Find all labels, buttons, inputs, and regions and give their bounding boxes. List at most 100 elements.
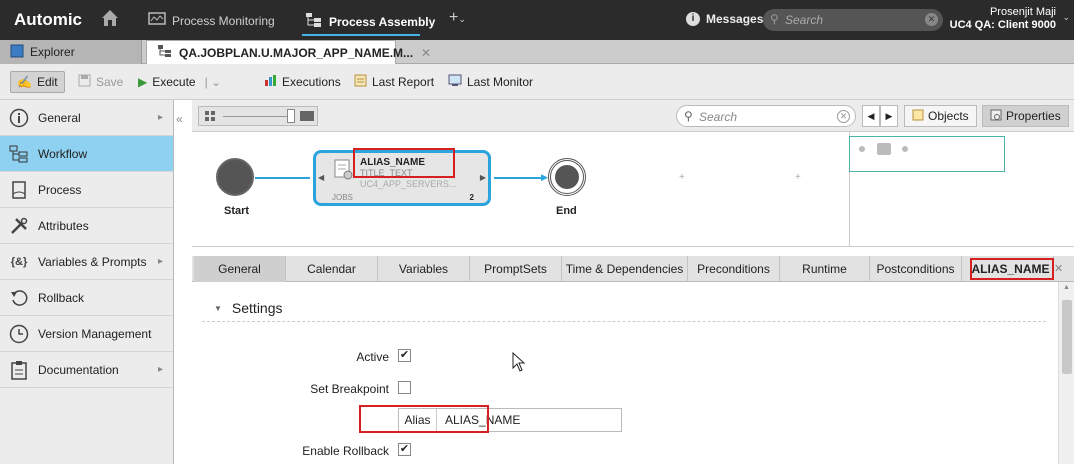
sidebar-item-label: Process bbox=[38, 182, 82, 197]
user-menu[interactable]: Prosenjit Maji UC4 QA: Client 9000 bbox=[950, 6, 1056, 32]
last-monitor-label: Last Monitor bbox=[467, 75, 534, 89]
scrollbar-thumb[interactable] bbox=[1062, 300, 1072, 374]
edit-label: Edit bbox=[36, 75, 58, 89]
active-nav-underline bbox=[302, 34, 420, 36]
end-label: End bbox=[556, 205, 577, 217]
sidebar-item-attributes[interactable]: Attributes bbox=[0, 208, 173, 244]
info-icon: i bbox=[686, 12, 700, 26]
previous-button[interactable]: ◀ bbox=[862, 105, 880, 127]
rollback-label: Enable Rollback bbox=[302, 444, 389, 458]
workflow-toolbar: ⚲ Search ✕ ◀ ▶ Objects Properties bbox=[192, 100, 1074, 132]
automic-logo[interactable]: Automic bbox=[14, 10, 82, 30]
sidebar-item-workflow[interactable]: Workflow bbox=[0, 136, 173, 172]
active-checkbox[interactable]: ✔ bbox=[398, 349, 411, 362]
edit-button[interactable]: ✍ Edit bbox=[10, 71, 65, 93]
nav-process-assembly[interactable]: Process Assembly bbox=[305, 12, 435, 31]
sidebar-item-process[interactable]: Process bbox=[0, 172, 173, 208]
sidebar-item-label: Version Management bbox=[38, 326, 152, 341]
chevron-right-icon: ▸ bbox=[157, 256, 163, 267]
sidebar-item-label: Variables & Prompts bbox=[38, 254, 147, 269]
zoom-handle[interactable] bbox=[287, 109, 295, 123]
object-toolbar: ✍ Edit Save ▶ Execute | ⌄ Executions Las… bbox=[0, 64, 1074, 100]
home-icon[interactable] bbox=[100, 8, 120, 30]
search-placeholder: Search bbox=[785, 13, 824, 27]
next-button[interactable]: ▶ bbox=[880, 105, 898, 127]
alias-tab-highlight bbox=[970, 258, 1054, 280]
report-icon bbox=[354, 74, 367, 90]
clear-search-icon[interactable]: ✕ bbox=[837, 110, 850, 123]
executions-button[interactable]: Executions bbox=[258, 71, 347, 93]
arrow-head-icon: ▶ bbox=[541, 172, 548, 182]
job-agent: UC4_APP_SERVERS... bbox=[360, 179, 457, 189]
chevron-right-icon: ▸ bbox=[157, 364, 163, 375]
rollback-icon bbox=[8, 287, 30, 309]
workflow-canvas[interactable]: Start ◀ ALIAS_NAME TITLE_TEXT UC4_APP_SE… bbox=[192, 132, 1074, 247]
objects-label: Objects bbox=[928, 109, 969, 123]
executions-label: Executions bbox=[282, 75, 341, 89]
chevron-right-icon: ▶ bbox=[479, 173, 486, 182]
save-button[interactable]: Save bbox=[72, 71, 129, 93]
tab-runtime[interactable]: Runtime bbox=[780, 256, 870, 282]
sidebar-item-general[interactable]: General ▸ bbox=[0, 100, 173, 136]
rollback-checkbox[interactable]: ✔ bbox=[398, 443, 411, 456]
fit-icon bbox=[300, 111, 314, 121]
variables-icon: {&} bbox=[10, 255, 28, 268]
last-report-button[interactable]: Last Report bbox=[348, 71, 440, 93]
collapse-section-icon: ▼ bbox=[214, 303, 222, 313]
tab-general[interactable]: General bbox=[194, 256, 286, 282]
execute-button[interactable]: ▶ Execute | ⌄ bbox=[132, 71, 227, 93]
close-tab-icon[interactable]: ✕ bbox=[1054, 262, 1063, 275]
tab-time-dependencies[interactable]: Time & Dependencies bbox=[562, 256, 688, 282]
tab-explorer[interactable]: Explorer bbox=[0, 40, 142, 64]
chevron-left-icon: ◀ bbox=[318, 173, 325, 182]
sidebar-item-documentation[interactable]: Documentation ▸ bbox=[0, 352, 173, 388]
scroll-up-icon[interactable]: ▲ bbox=[1063, 284, 1070, 291]
properties-button[interactable]: Properties bbox=[982, 105, 1069, 127]
sidebar-item-rollback[interactable]: Rollback bbox=[0, 280, 173, 316]
tools-icon bbox=[8, 215, 30, 237]
chevron-down-icon[interactable]: | ⌄ bbox=[205, 75, 222, 89]
collapse-sidebar-icon[interactable]: « bbox=[176, 112, 183, 126]
workflow-icon bbox=[157, 44, 173, 61]
breakpoint-checkbox[interactable] bbox=[398, 381, 411, 394]
grid-icon bbox=[205, 111, 216, 125]
explorer-icon bbox=[10, 44, 24, 61]
global-search-input[interactable]: ⚲ Search ✕ bbox=[763, 9, 943, 31]
objects-icon bbox=[912, 109, 924, 124]
tab-preconditions[interactable]: Preconditions bbox=[688, 256, 780, 282]
clear-search-icon[interactable]: ✕ bbox=[925, 13, 938, 26]
sidebar-item-version-management[interactable]: Version Management bbox=[0, 316, 173, 352]
section-title: Settings bbox=[231, 300, 283, 316]
start-node[interactable] bbox=[216, 158, 254, 196]
sidebar-item-variables-prompts[interactable]: {&} Variables & Prompts ▸ bbox=[0, 244, 173, 280]
tab-variables[interactable]: Variables bbox=[378, 256, 470, 282]
save-icon bbox=[78, 74, 91, 90]
end-node[interactable] bbox=[548, 158, 586, 196]
tab-postconditions[interactable]: Postconditions bbox=[870, 256, 962, 282]
tab-calendar[interactable]: Calendar bbox=[286, 256, 378, 282]
objects-button[interactable]: Objects bbox=[904, 105, 977, 127]
search-icon: ⚲ bbox=[684, 109, 693, 123]
start-label: Start bbox=[224, 205, 250, 217]
workflow-search-input[interactable]: ⚲ Search ✕ bbox=[676, 105, 856, 127]
save-label: Save bbox=[96, 75, 124, 89]
add-perspective-button[interactable]: +⌄ bbox=[449, 9, 466, 27]
chart-icon bbox=[264, 74, 277, 90]
clock-icon bbox=[8, 323, 30, 345]
messages-button[interactable]: i Messages bbox=[686, 12, 763, 26]
close-tab-icon[interactable]: ✕ bbox=[421, 46, 431, 60]
tab-promptsets[interactable]: PromptSets bbox=[470, 256, 562, 282]
job-count: 2 bbox=[469, 193, 474, 202]
sidebar-item-label: Documentation bbox=[38, 362, 119, 377]
grid-marker: + bbox=[795, 172, 801, 183]
tab-object[interactable]: QA.JOBPLAN.U.MAJOR_APP_NAME.M... ✕ bbox=[146, 40, 431, 64]
nav-process-monitoring[interactable]: Process Monitoring bbox=[148, 12, 275, 29]
alias-highlight-box bbox=[353, 148, 455, 178]
info-icon bbox=[8, 107, 30, 129]
last-monitor-button[interactable]: Last Monitor bbox=[442, 71, 539, 93]
minimap-viewport[interactable] bbox=[849, 136, 1005, 172]
vertical-scrollbar[interactable]: ▲ bbox=[1058, 282, 1074, 464]
zoom-slider[interactable] bbox=[198, 106, 318, 126]
settings-section-header[interactable]: ▼ Settings bbox=[214, 300, 283, 316]
chevron-down-icon[interactable]: ⌄ bbox=[1062, 12, 1070, 23]
